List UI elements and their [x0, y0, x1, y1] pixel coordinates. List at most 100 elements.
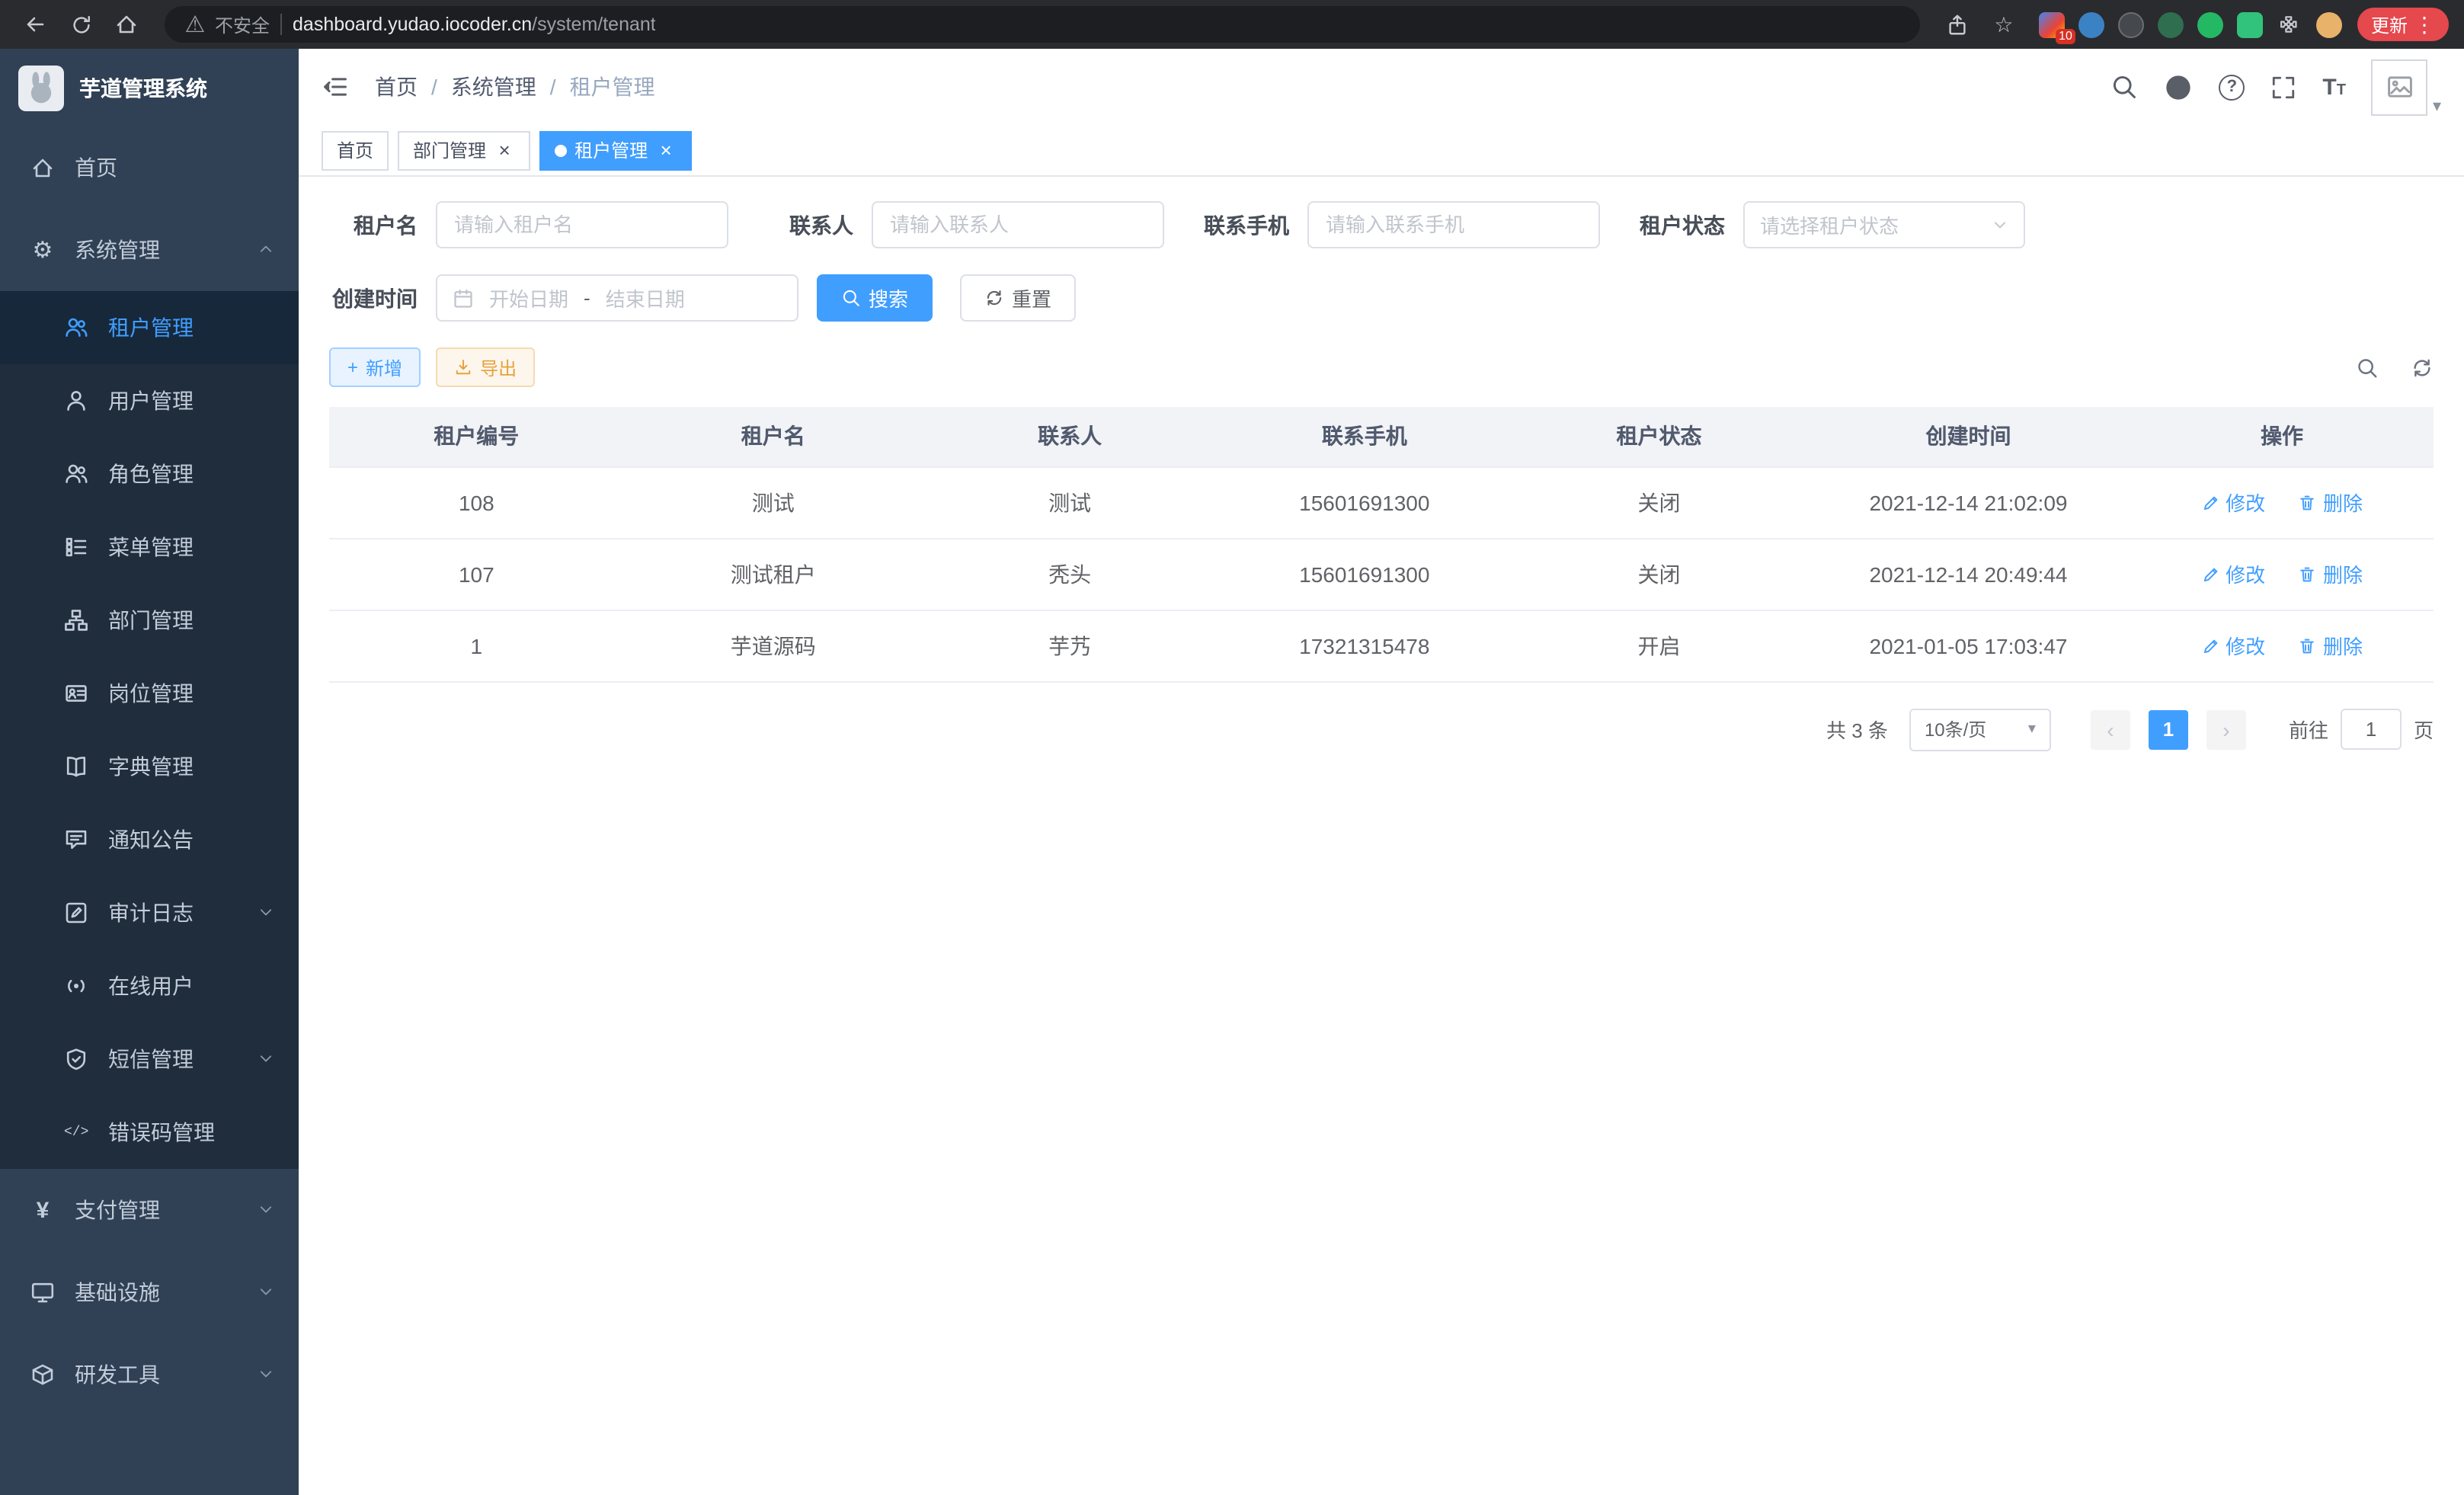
tag-tenant[interactable]: 租户管理 ×: [539, 130, 692, 170]
sidebar-collapse-icon[interactable]: [322, 73, 349, 101]
sidebar-item-notice[interactable]: 通知公告: [0, 803, 299, 876]
close-icon[interactable]: ×: [494, 139, 515, 161]
sidebar-item-user[interactable]: 用户管理: [0, 364, 299, 437]
page-size-select[interactable]: 10条/页 ▾: [1909, 708, 2051, 751]
goto-page-input[interactable]: [2341, 709, 2402, 750]
sidebar-item-online-user[interactable]: 在线用户: [0, 949, 299, 1023]
puzzle-icon[interactable]: [2277, 11, 2302, 37]
breadcrumb-item-home[interactable]: 首页: [375, 72, 418, 102]
cell-status: 开启: [1512, 610, 1806, 681]
address-bar[interactable]: ⚠ 不安全 dashboard.yudao.iocoder.cn/system/…: [165, 6, 1920, 43]
delete-link-label: 删除: [2323, 631, 2363, 660]
next-page-button[interactable]: ›: [2206, 709, 2246, 749]
sidebar-item-dict[interactable]: 字典管理: [0, 730, 299, 803]
edit-link-label: 修改: [2226, 631, 2265, 660]
share-icon[interactable]: [1938, 5, 1978, 44]
help-icon[interactable]: ?: [2219, 74, 2245, 100]
sidebar-item-label: 首页: [75, 152, 117, 183]
sidebar-item-label: 角色管理: [108, 459, 194, 489]
extension-badge: 10: [2056, 28, 2075, 43]
post-badge-icon: [64, 681, 88, 706]
browser-toolbar: ⚠ 不安全 dashboard.yudao.iocoder.cn/system/…: [0, 0, 2464, 49]
user-avatar-menu[interactable]: ▾: [2372, 59, 2441, 115]
delete-link[interactable]: 删除: [2299, 559, 2363, 588]
tenant-name-input[interactable]: [436, 201, 728, 248]
extension-icon-blue[interactable]: [2078, 11, 2104, 37]
home-icon[interactable]: [107, 5, 146, 44]
table-row: 108 测试 测试 15601691300 关闭 2021-12-14 21:0…: [329, 466, 2434, 538]
omnibox-divider: [280, 14, 282, 35]
audit-log-icon: [64, 901, 88, 925]
cell-status: 关闭: [1512, 538, 1806, 610]
reload-icon[interactable]: [61, 5, 101, 44]
sidebar-item-dept[interactable]: 部门管理: [0, 584, 299, 657]
fullscreen-icon[interactable]: [2270, 74, 2296, 100]
export-button-label: 导出: [480, 354, 517, 380]
extension-icon-globe[interactable]: [2118, 11, 2144, 37]
delete-link[interactable]: 删除: [2299, 488, 2363, 517]
sidebar-item-menu[interactable]: 菜单管理: [0, 511, 299, 584]
update-button[interactable]: 更新 ⋮: [2357, 8, 2449, 41]
sidebar-item-home[interactable]: 首页: [0, 126, 299, 209]
date-range-picker[interactable]: 开始日期 - 结束日期: [436, 274, 798, 322]
sidebar-logo[interactable]: 芋道管理系统: [0, 49, 299, 126]
extension-icon-darkgreen[interactable]: [2158, 11, 2184, 37]
add-button[interactable]: + 新增: [329, 347, 421, 387]
cell-contact: 测试: [923, 466, 1218, 538]
extension-icon-colorful[interactable]: 10: [2039, 11, 2065, 37]
delete-link[interactable]: 删除: [2299, 631, 2363, 660]
bookmark-star-icon[interactable]: ☆: [1984, 5, 2024, 44]
reset-button[interactable]: 重置: [960, 274, 1076, 322]
mobile-input[interactable]: [1307, 201, 1600, 248]
page-number-button[interactable]: 1: [2149, 709, 2188, 749]
contact-input[interactable]: [872, 201, 1164, 248]
status-select[interactable]: 请选择租户状态: [1743, 201, 2025, 248]
sidebar-item-audit-log[interactable]: 审计日志: [0, 876, 299, 949]
table-row: 107 测试租户 秃头 15601691300 关闭 2021-12-14 20…: [329, 538, 2434, 610]
back-icon[interactable]: [15, 5, 55, 44]
breadcrumb-item-system[interactable]: 系统管理: [451, 72, 536, 102]
chevron-down-icon: ▾: [2028, 721, 2036, 738]
infrastructure-monitor-icon: [30, 1280, 55, 1305]
export-button[interactable]: 导出: [436, 347, 535, 387]
sidebar-item-role[interactable]: 角色管理: [0, 437, 299, 511]
search-icon[interactable]: [2110, 73, 2138, 101]
edit-link[interactable]: 修改: [2201, 488, 2265, 517]
edit-link[interactable]: 修改: [2201, 559, 2265, 588]
col-header-contact: 联系人: [923, 407, 1218, 466]
edit-link[interactable]: 修改: [2201, 631, 2265, 660]
sidebar-item-post[interactable]: 岗位管理: [0, 657, 299, 730]
profile-avatar-icon[interactable]: [2316, 11, 2342, 37]
close-icon[interactable]: ×: [655, 139, 677, 161]
sidebar-item-label: 部门管理: [108, 605, 194, 635]
extension-icon-chat[interactable]: [2237, 11, 2263, 37]
search-button[interactable]: 搜索: [817, 274, 933, 322]
page-content: 租户名 联系人 联系手机 租户状态 请选择租户状态: [299, 177, 2464, 1495]
breadcrumb-separator: /: [550, 75, 556, 99]
sidebar-group-label: 系统管理: [75, 235, 160, 265]
active-dot: [555, 144, 567, 156]
sidebar-group-system[interactable]: ⚙ 系统管理: [0, 209, 299, 291]
main-area: 首页 / 系统管理 / 租户管理 ?: [299, 49, 2464, 1495]
sidebar-group-payment[interactable]: ¥ 支付管理: [0, 1169, 299, 1251]
search-button-label: 搜索: [869, 283, 908, 312]
sidebar-item-label: 字典管理: [108, 751, 194, 782]
edit-pencil-icon: [2201, 636, 2219, 655]
sidebar-item-tenant[interactable]: 租户管理: [0, 291, 299, 364]
tag-dept[interactable]: 部门管理 ×: [398, 130, 530, 170]
sidebar-group-infrastructure[interactable]: 基础设施: [0, 1251, 299, 1333]
refresh-table-icon[interactable]: [2411, 356, 2434, 379]
breadcrumb-separator: /: [431, 75, 437, 99]
tag-home[interactable]: 首页: [322, 130, 389, 170]
security-chip[interactable]: ⚠ 不安全: [183, 11, 270, 37]
prev-page-button[interactable]: ‹: [2091, 709, 2130, 749]
code-icon: </>: [64, 1125, 88, 1140]
sidebar-item-error-code[interactable]: </> 错误码管理: [0, 1096, 299, 1169]
github-icon[interactable]: [2164, 72, 2193, 101]
tags-view: 首页 部门管理 × 租户管理 ×: [299, 125, 2464, 177]
sidebar-group-devtools[interactable]: 研发工具: [0, 1333, 299, 1416]
toggle-search-icon[interactable]: [2356, 356, 2379, 379]
font-size-icon[interactable]: TT: [2322, 74, 2346, 100]
extension-icon-green-y[interactable]: [2197, 11, 2223, 37]
sidebar-item-sms[interactable]: 短信管理: [0, 1023, 299, 1096]
